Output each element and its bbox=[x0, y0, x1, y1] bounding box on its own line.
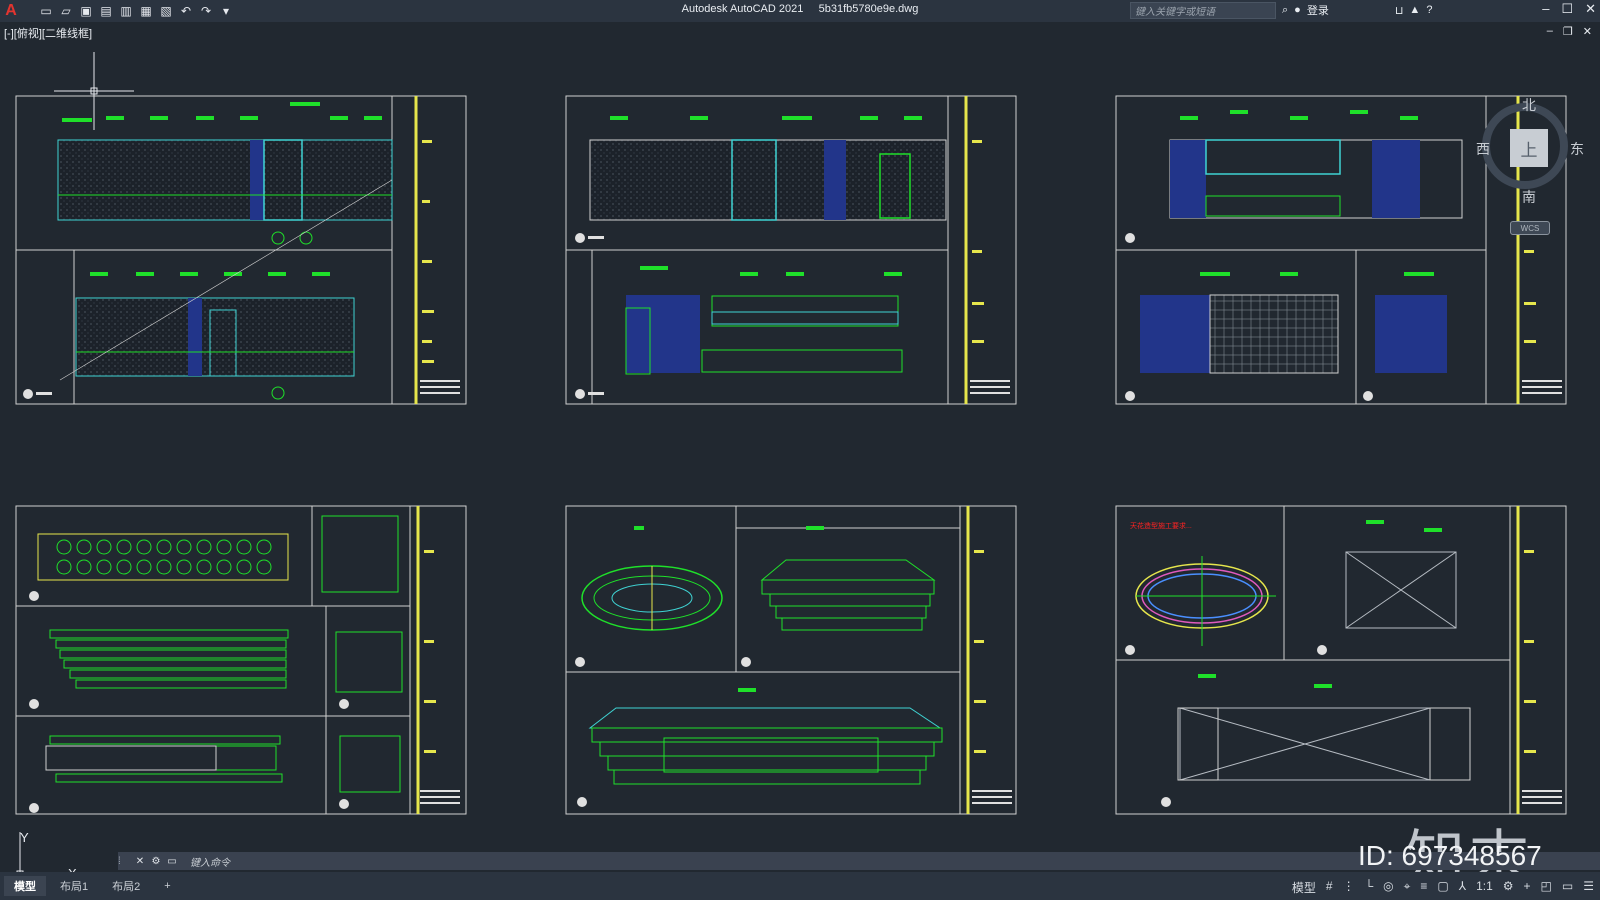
ortho-icon[interactable]: └ bbox=[1365, 879, 1374, 896]
window-controls: – ☐ ✕ bbox=[1542, 1, 1596, 17]
save-as-icon[interactable]: ▤ bbox=[98, 3, 114, 19]
search-icon[interactable]: ⌕ bbox=[1282, 4, 1288, 17]
minimize-icon[interactable]: – bbox=[1542, 1, 1549, 17]
annotation-visibility-icon[interactable]: ⅄ bbox=[1459, 879, 1466, 896]
isolate-icon[interactable]: ◰ bbox=[1541, 879, 1552, 896]
snap-icon[interactable]: ⋮ bbox=[1343, 879, 1355, 896]
command-customize-icon[interactable]: ⚙ bbox=[148, 856, 164, 867]
login-button[interactable]: 登录 bbox=[1307, 2, 1329, 18]
open-folder-icon[interactable]: ▱ bbox=[58, 3, 74, 19]
document-controls: – ❐ ✕ bbox=[1547, 25, 1592, 38]
sheet-6: 天花造型施工要求... bbox=[1115, 505, 1567, 815]
cad-drawing: 天花造型施工要求... bbox=[15, 52, 1567, 815]
command-close-icon[interactable]: ✕ bbox=[132, 856, 148, 867]
drawing-canvas[interactable]: 天花造型施工要求... 北 西 东 上 南 WCS Y X 知末 bbox=[0, 40, 1600, 894]
doc-close-icon[interactable]: ✕ bbox=[1583, 25, 1592, 38]
viewcube-top-face[interactable]: 上 bbox=[1510, 129, 1548, 167]
sheet-1 bbox=[15, 95, 467, 405]
help-icon[interactable]: ? bbox=[1426, 4, 1432, 16]
sheet-5 bbox=[565, 505, 1017, 815]
search-input[interactable]: 键入关键字或短语 bbox=[1130, 2, 1276, 19]
viewcube-east[interactable]: 东 bbox=[1570, 139, 1584, 159]
autocad-logo-icon[interactable]: A bbox=[0, 0, 22, 22]
sheet-2 bbox=[565, 95, 1017, 405]
status-tools: 模型 # ⋮ └ ◎ ⌖ ≡ ▢ ⅄ 1:1 ⚙ + ◰ ▭ ☰ bbox=[1292, 879, 1594, 896]
tab-layout1[interactable]: 布局1 bbox=[50, 876, 98, 896]
maximize-icon[interactable]: ☐ bbox=[1561, 1, 1573, 17]
ucs-y-label: Y bbox=[20, 830, 29, 845]
autodesk-a360-icon[interactable]: ▲ bbox=[1409, 4, 1420, 16]
status-bar: 模型 布局1 布局2 + 模型 # ⋮ └ ◎ ⌖ ≡ ▢ ⅄ 1:1 ⚙ + … bbox=[0, 872, 1600, 900]
customize-toolbar-icon[interactable]: ▾ bbox=[218, 3, 234, 19]
plot-icon[interactable]: ▦ bbox=[138, 3, 154, 19]
doc-minimize-icon[interactable]: – bbox=[1547, 25, 1553, 38]
tab-layout2[interactable]: 布局2 bbox=[102, 876, 150, 896]
lineweight-icon[interactable]: ≡ bbox=[1420, 879, 1427, 896]
osnap-icon[interactable]: ⌖ bbox=[1404, 879, 1411, 896]
polar-icon[interactable]: ◎ bbox=[1383, 879, 1393, 896]
doc-restore-icon[interactable]: ❐ bbox=[1563, 25, 1573, 38]
command-input[interactable]: 键入命令 bbox=[190, 854, 230, 869]
workspace-gear-icon[interactable]: ⚙ bbox=[1503, 879, 1514, 896]
quick-access-toolbar: ▭ ▱ ▣ ▤ ▥ ▦ ▧ ↶ ↷ ▾ bbox=[38, 3, 234, 19]
viewport-controls-label[interactable]: [-][俯视][二维线框] bbox=[4, 25, 92, 41]
web-mobile-icon[interactable]: ▥ bbox=[118, 3, 134, 19]
fullscreen-icon[interactable]: ▭ bbox=[1562, 879, 1573, 896]
viewcube[interactable]: 北 西 东 上 南 WCS bbox=[1474, 95, 1584, 245]
add-layout-button[interactable]: + bbox=[154, 878, 180, 894]
command-history-icon[interactable]: ▭ bbox=[164, 856, 180, 867]
add-icon[interactable]: + bbox=[1524, 879, 1531, 896]
viewcube-south[interactable]: 南 bbox=[1522, 187, 1536, 207]
sheet-4 bbox=[15, 505, 467, 815]
close-icon[interactable]: ✕ bbox=[1585, 1, 1596, 17]
tab-model[interactable]: 模型 bbox=[4, 876, 46, 896]
selection-cycling-icon[interactable]: ▢ bbox=[1437, 879, 1448, 896]
model-space-button[interactable]: 模型 bbox=[1292, 879, 1316, 896]
print-icon[interactable]: ▧ bbox=[158, 3, 174, 19]
customize-menu-icon[interactable]: ☰ bbox=[1583, 879, 1594, 896]
search-placeholder: 键入关键字或短语 bbox=[1135, 7, 1215, 18]
wcs-menu[interactable]: WCS bbox=[1510, 221, 1550, 235]
title-bar: A ▭ ▱ ▣ ▤ ▥ ▦ ▧ ↶ ↷ ▾ Autodesk AutoCAD 2… bbox=[0, 0, 1600, 22]
grid-icon[interactable]: # bbox=[1326, 879, 1333, 896]
file-name: 5b31fb5780e9e.dwg bbox=[818, 3, 919, 15]
new-file-icon[interactable]: ▭ bbox=[38, 3, 54, 19]
command-grip-icon[interactable]: ⁞ bbox=[118, 856, 132, 867]
undo-icon[interactable]: ↶ bbox=[178, 3, 194, 19]
annotation-scale[interactable]: 1:1 bbox=[1476, 879, 1493, 896]
watermark-id: ID: 697348567 bbox=[1358, 840, 1542, 871]
redo-icon[interactable]: ↷ bbox=[198, 3, 214, 19]
app-title: Autodesk AutoCAD 2021 bbox=[681, 3, 804, 15]
save-icon[interactable]: ▣ bbox=[78, 3, 94, 19]
viewcube-north[interactable]: 北 bbox=[1522, 95, 1536, 115]
viewcube-west[interactable]: 西 bbox=[1476, 139, 1490, 159]
title-right-tools: ⌕ ● 登录 ⊔ ▲ ? bbox=[1282, 2, 1432, 18]
user-icon[interactable]: ● bbox=[1294, 4, 1301, 16]
drawing-note: 天花造型施工要求... bbox=[1130, 521, 1192, 530]
cart-icon[interactable]: ⊔ bbox=[1395, 4, 1404, 17]
